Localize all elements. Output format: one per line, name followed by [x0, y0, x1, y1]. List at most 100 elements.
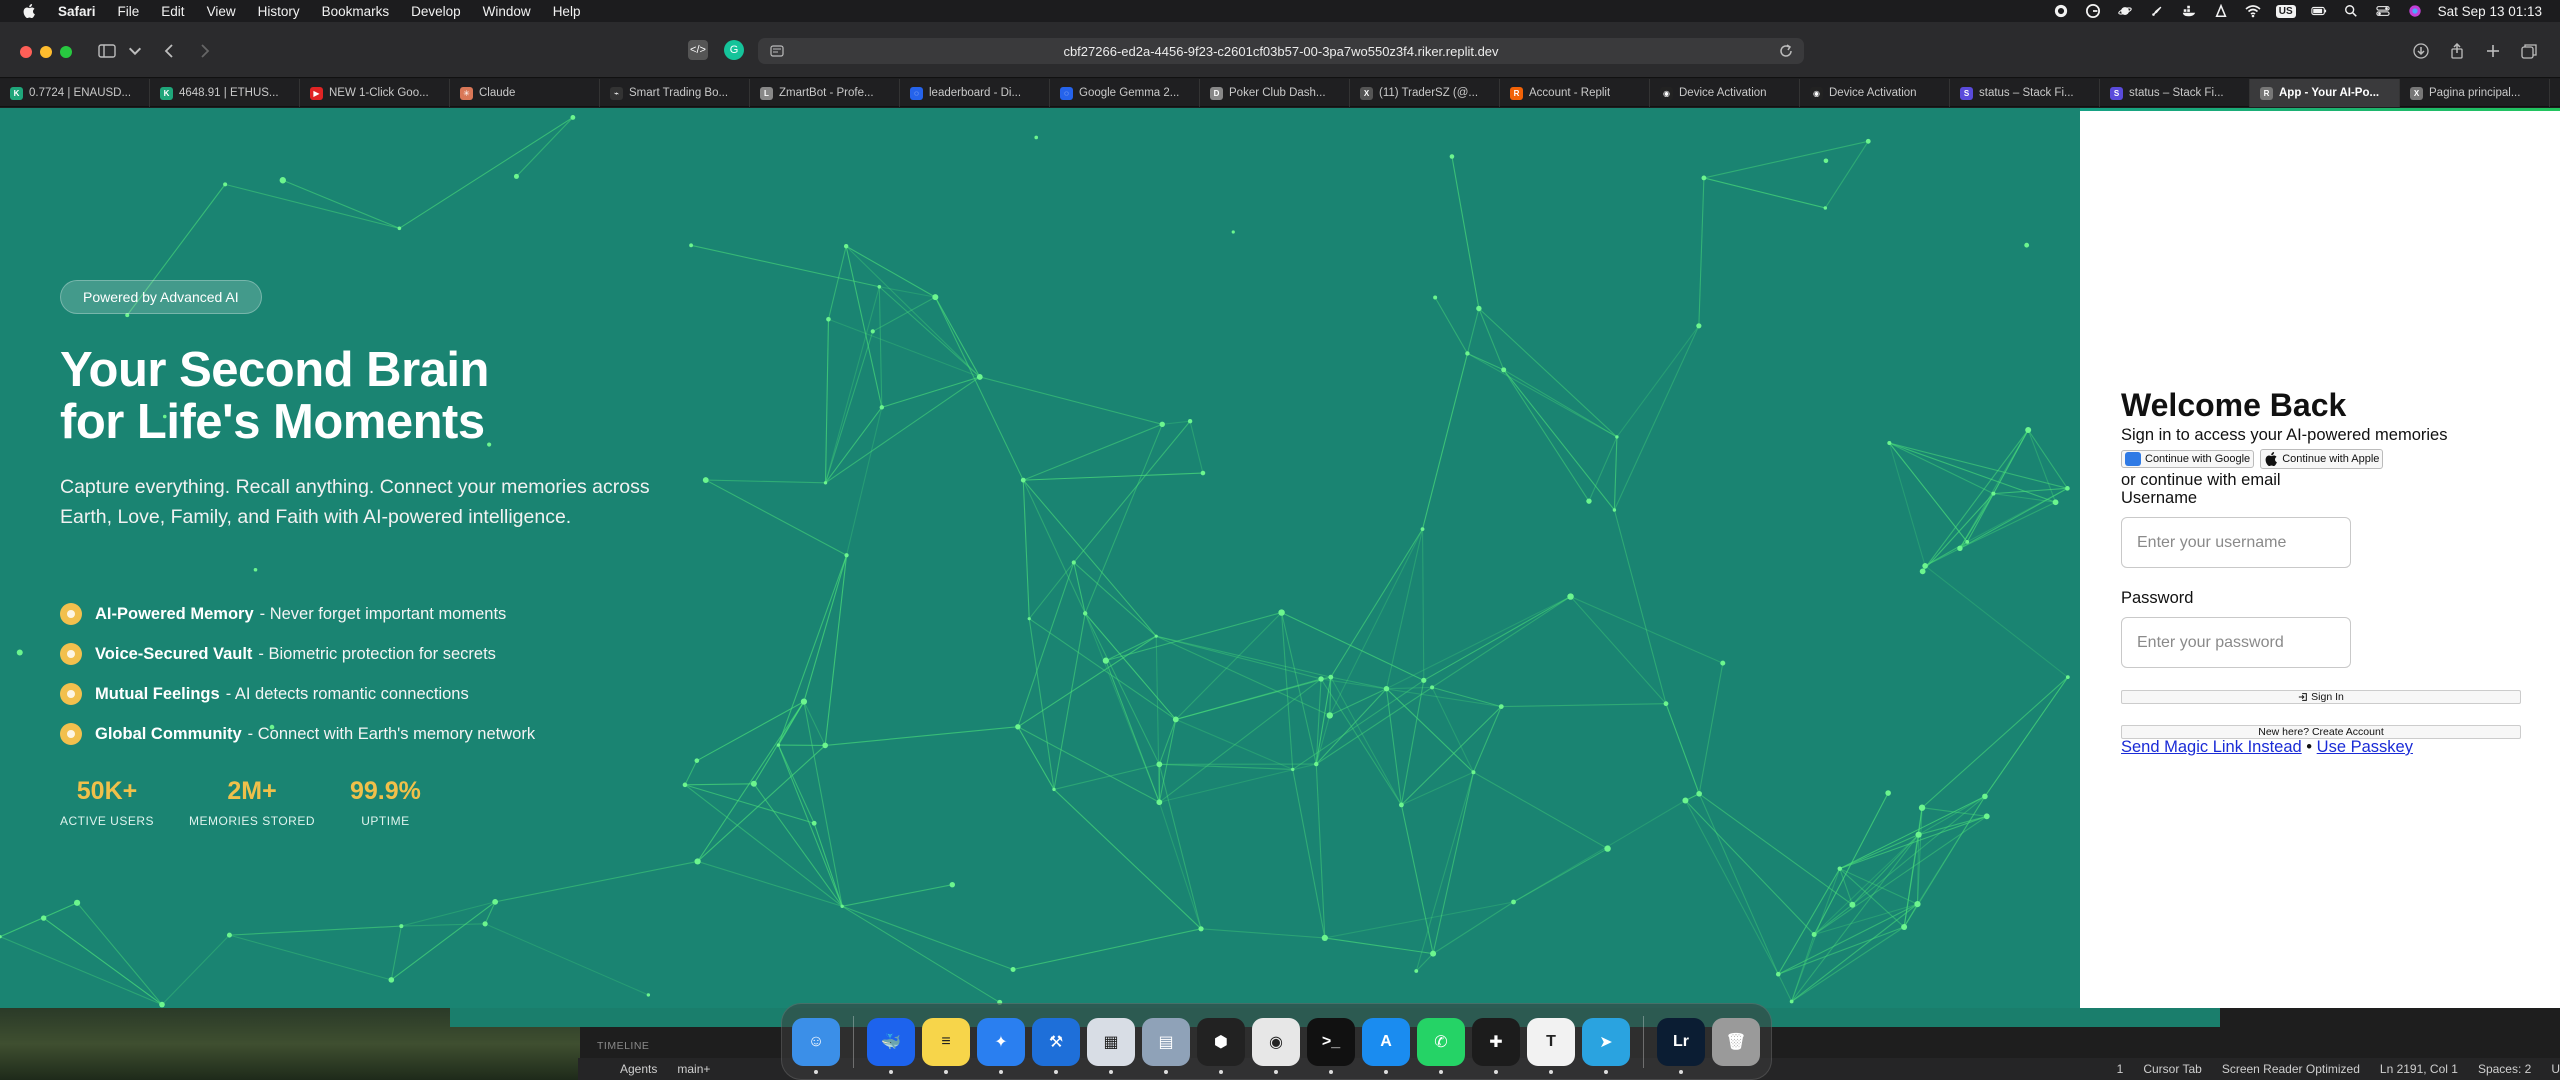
menu-file[interactable]: File — [118, 4, 140, 19]
dock-app-store-icon[interactable]: A — [1362, 1017, 1410, 1074]
dock-preview-icon[interactable]: ▦ — [1087, 1017, 1135, 1074]
grammarly-g-icon[interactable] — [2084, 4, 2102, 18]
indentation-status[interactable]: Spaces: 2 — [2478, 1062, 2531, 1076]
git-branch-status[interactable]: main+ — [677, 1062, 710, 1076]
browser-tab[interactable]: L ZmartBot - Profe... — [750, 79, 900, 107]
password-input[interactable] — [2121, 617, 2351, 668]
back-icon[interactable] — [158, 41, 180, 61]
zoom-window-button[interactable] — [60, 46, 72, 58]
url-text[interactable]: cbf27266-ed2a-4456-9f23-c2601cf03b57-00-… — [1063, 44, 1498, 59]
menu-window[interactable]: Window — [483, 4, 531, 19]
tab-favicon-icon: ◌ — [910, 86, 923, 100]
rocket-icon[interactable] — [2148, 4, 2166, 18]
dock-trash-icon[interactable]: 🗑 — [1712, 1017, 1760, 1066]
menu-history[interactable]: History — [258, 4, 300, 19]
apple-signin-button[interactable]: Continue with Apple — [2260, 449, 2384, 469]
address-bar[interactable]: cbf27266-ed2a-4456-9f23-c2601cf03b57-00-… — [758, 38, 1804, 64]
sidebar-toggle-icon[interactable] — [96, 41, 118, 61]
tab-overview-icon[interactable] — [2518, 41, 2540, 61]
sidebar-menu-chevron-icon[interactable] — [124, 41, 146, 61]
share-icon[interactable] — [2446, 41, 2468, 61]
screen-reader-status[interactable]: Screen Reader Optimized — [2222, 1062, 2360, 1076]
cursor-tab-status[interactable]: Cursor Tab — [2143, 1062, 2201, 1076]
browser-tab[interactable]: ✳ Claude — [450, 79, 600, 107]
sync-status-icon[interactable] — [2212, 4, 2230, 18]
control-center-icon[interactable] — [2374, 4, 2392, 18]
dock-docker-icon[interactable]: 🐳 — [867, 1017, 915, 1074]
browser-tab[interactable]: R App - Your AI-Po... — [2250, 79, 2400, 107]
cursor-position[interactable]: Ln 2191, Col 1 — [2380, 1062, 2458, 1076]
username-input[interactable] — [2121, 517, 2351, 568]
network-node — [800, 698, 808, 705]
browser-tab[interactable]: R Account - Replit — [1500, 79, 1650, 107]
browser-tab[interactable]: Sstatus – Stack Fi... — [1950, 79, 2100, 107]
dock-cube-app-icon[interactable]: ⬢ — [1197, 1017, 1245, 1074]
grammarly-extension-icon[interactable]: G — [724, 40, 744, 60]
network-link — [1292, 679, 1425, 770]
menu-help[interactable]: Help — [553, 4, 581, 19]
network-link — [1685, 800, 1815, 935]
dock-whatsapp-icon[interactable]: ✆ — [1417, 1017, 1465, 1074]
browser-tab[interactable]: ⌁ Smart Trading Bo... — [600, 79, 750, 107]
timeline-header[interactable]: TIMELINE — [597, 1040, 649, 1052]
browser-tab[interactable]: ◉ Device Activation — [1650, 79, 1800, 107]
sign-in-button[interactable]: Sign In — [2121, 690, 2521, 704]
downloads-icon[interactable] — [2410, 41, 2432, 61]
new-tab-icon[interactable] — [2482, 41, 2504, 61]
browser-tab[interactable]: X Pagina principal... — [2400, 79, 2550, 107]
keyboard-layout-badge[interactable]: US — [2275, 4, 2296, 18]
problems-count[interactable]: 1 — [2117, 1062, 2124, 1076]
apple-menu-icon[interactable] — [20, 2, 38, 20]
clock[interactable]: Sat Sep 13 01:13 — [2438, 4, 2542, 19]
dock-xcode-icon[interactable]: ⚒ — [1032, 1017, 1080, 1074]
code-extension-icon[interactable]: </> — [688, 40, 708, 60]
page-settings-icon[interactable] — [770, 44, 784, 58]
dock-typora-icon[interactable]: T — [1527, 1017, 1575, 1074]
battery-icon[interactable] — [2310, 4, 2328, 18]
browser-tab[interactable]: Sstatus – Stack Fi... — [2100, 79, 2250, 107]
dock-chrome-icon[interactable]: ◉ — [1252, 1017, 1300, 1074]
browser-tab[interactable]: ◉ Device Activation — [1800, 79, 1950, 107]
reload-icon[interactable] — [1778, 43, 1794, 59]
browser-tab[interactable]: ◌ leaderboard - Di... — [900, 79, 1050, 107]
forward-icon[interactable] — [194, 41, 216, 61]
agents-status[interactable]: Agents — [620, 1062, 657, 1076]
dock-finder-icon[interactable]: ☺ — [792, 1017, 840, 1074]
magic-link-link[interactable]: Send Magic Link Instead — [2121, 738, 2302, 756]
browser-tab[interactable]: K 4648.91 | ETHUS... — [150, 79, 300, 107]
create-account-button[interactable]: New here? Create Account — [2121, 725, 2521, 739]
spotlight-search-icon[interactable] — [2342, 4, 2360, 18]
menu-bookmarks[interactable]: Bookmarks — [322, 4, 390, 19]
grammarly-status-icon[interactable] — [2052, 4, 2070, 18]
minimize-window-button[interactable] — [40, 46, 52, 58]
browser-tab[interactable]: ▶ NEW 1-Click Goo... — [300, 79, 450, 107]
browser-tab[interactable]: ◌ Google Gemma 2... — [1050, 79, 1200, 107]
menu-app-name[interactable]: Safari — [58, 4, 96, 19]
menu-edit[interactable]: Edit — [161, 4, 184, 19]
docker-status-icon[interactable] — [2180, 4, 2198, 18]
dock-notes-icon[interactable]: ≡ — [922, 1017, 970, 1074]
menu-develop[interactable]: Develop — [411, 4, 461, 19]
dock-lightroom-icon[interactable]: Lr — [1657, 1017, 1705, 1074]
heart-icon — [60, 683, 82, 705]
google-signin-button[interactable]: Continue with Google — [2121, 450, 2255, 468]
tab-label: 0.7724 | ENAUSD... — [29, 87, 132, 99]
wifi-icon[interactable] — [2244, 4, 2262, 18]
dock-safari-icon[interactable]: ✦ — [977, 1017, 1025, 1074]
feature-item-global-community: Global Community - Connect with Earth's … — [60, 714, 535, 754]
passkey-link[interactable]: Use Passkey — [2317, 738, 2413, 756]
menu-view[interactable]: View — [207, 4, 236, 19]
encoding-status[interactable]: U — [2551, 1062, 2560, 1076]
siri-icon[interactable] — [2406, 4, 2424, 18]
dock-tradeapp-icon[interactable]: ✚ — [1472, 1017, 1520, 1074]
tab-label: Google Gemma 2... — [1079, 87, 1180, 99]
browser-tab[interactable]: K 0.7724 | ENAUSD... — [0, 79, 150, 107]
dock-telegram-icon[interactable]: ➤ — [1582, 1017, 1630, 1074]
planet-icon[interactable] — [2116, 4, 2134, 18]
dock-photo-app-icon[interactable]: ▤ — [1142, 1017, 1190, 1074]
browser-tab[interactable]: D Poker Club Dash... — [1200, 79, 1350, 107]
browser-tab[interactable]: X (11) TraderSZ (@... — [1350, 79, 1500, 107]
close-window-button[interactable] — [20, 46, 32, 58]
dock-terminal-icon[interactable]: >_ — [1307, 1017, 1355, 1074]
network-link — [76, 902, 163, 1005]
